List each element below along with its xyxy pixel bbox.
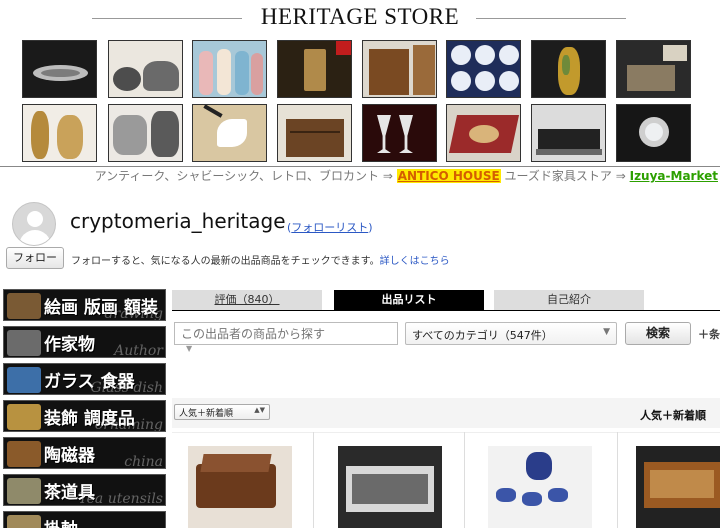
thumb-statues[interactable]	[22, 104, 97, 162]
product-thumb-christofle-case[interactable]	[338, 446, 442, 528]
promo-text: アンティーク、シャビーシック、レトロ、ブロカント ⇒	[94, 169, 397, 183]
chevron-down-icon: ▲▼	[254, 406, 265, 414]
search-button[interactable]: 検索	[625, 322, 691, 345]
seller-username: cryptomeria_heritage	[70, 209, 286, 233]
thumb-silver-tray[interactable]	[22, 40, 97, 98]
follow-button[interactable]: フォロー	[6, 247, 64, 269]
search-caret-icon: ▼	[186, 344, 193, 353]
thumb-furs[interactable]	[108, 104, 183, 162]
seller-tabs: 評価（840） 出品リスト 自己紹介	[172, 290, 720, 310]
category-ghost-text: Author	[114, 343, 163, 358]
seller-search-input[interactable]	[174, 322, 398, 345]
scroll-icon	[7, 515, 41, 528]
avatar-body-icon	[19, 230, 51, 245]
advanced-search-toggle[interactable]: ＋条	[698, 326, 720, 342]
category-ghost-text: Tea utensils	[78, 491, 163, 506]
category-select-value: すべてのカテゴリ（547件）	[412, 329, 553, 342]
tab-reviews[interactable]: 評価（840）	[172, 290, 322, 310]
category-label: 作家物	[44, 335, 95, 355]
grid-separator	[464, 432, 465, 528]
product-thumb-blue-tea-set[interactable]	[488, 446, 592, 528]
category-ghost-text: Glass dish	[90, 380, 163, 395]
painting-icon	[7, 293, 41, 319]
page: HERITAGE STORE アンティーク、シャビーシック、レトロ、ブロカント …	[0, 0, 720, 528]
author-works-icon	[7, 330, 41, 356]
glassware-icon	[7, 367, 41, 393]
category-tea-utensils[interactable]: 茶道具 Tea utensils	[3, 474, 166, 506]
title-rule-left	[92, 18, 242, 19]
category-ghost-text: drawing	[104, 306, 163, 321]
avatar-head-icon	[27, 211, 43, 227]
category-scroll[interactable]: 掛軸	[3, 511, 166, 528]
sort-select[interactable]: 人気＋新着順 ▲▼	[174, 404, 270, 420]
grid-separator	[313, 432, 314, 528]
category-painting[interactable]: 絵画 版画 額装 drawing	[3, 289, 166, 321]
category-label: 陶磁器	[44, 446, 95, 466]
ceramics-icon	[7, 441, 41, 467]
category-ceramics[interactable]: 陶磁器 china	[3, 437, 166, 469]
store-header: HERITAGE STORE	[0, 4, 720, 30]
store-title[interactable]: HERITAGE STORE	[261, 4, 459, 29]
tab-intro[interactable]: 自己紹介	[494, 290, 644, 310]
promo-middle-text: ユーズド家具ストア ⇒	[500, 169, 630, 183]
thumb-author-bowls[interactable]	[108, 40, 183, 98]
tab-divider	[172, 310, 720, 311]
category-select[interactable]: すべてのカテゴリ（547件） ▼	[405, 322, 617, 345]
thumb-chest[interactable]	[277, 104, 352, 162]
product-thumb-music-box[interactable]	[188, 446, 292, 528]
details-link[interactable]: 詳しくはこちら	[380, 256, 450, 267]
tea-utensils-icon	[7, 478, 41, 504]
follow-description: フォローすると、気になる人の最新の出品商品をチェックできます。詳しくはこちら	[71, 252, 450, 267]
chevron-down-icon: ▼	[603, 327, 610, 337]
thumb-lantern[interactable]	[277, 40, 352, 98]
thumb-train[interactable]	[531, 104, 606, 162]
sort-select-value: 人気＋新着順	[179, 409, 234, 419]
category-ghost-text: china	[124, 454, 163, 469]
sort-current-label: 人気＋新着順	[640, 409, 706, 422]
follow-list: (フォローリスト)	[287, 221, 373, 234]
izuya-market-link[interactable]: Izuya-Market	[630, 169, 718, 183]
category-label: 掛軸	[44, 515, 78, 528]
thumb-crystal-glasses[interactable]	[362, 104, 437, 162]
promo-bar: アンティーク、シャビーシック、レトロ、ブロカント ⇒ ANTICO HOUSE …	[0, 166, 720, 185]
avatar[interactable]	[12, 202, 56, 246]
grid-separator	[617, 432, 618, 528]
antico-house-link[interactable]: ANTICO HOUSE	[396, 169, 501, 183]
category-glass[interactable]: ガラス 食器 Glass dish	[3, 363, 166, 395]
title-rule-right	[476, 18, 626, 19]
category-ghost-text: ornaming	[94, 417, 163, 432]
grid-divider	[172, 432, 720, 433]
category-author[interactable]: 作家物 Author	[3, 326, 166, 358]
category-ornament[interactable]: 装飾 調度品 ornaming	[3, 400, 166, 432]
thumb-rug[interactable]	[446, 104, 521, 162]
thumb-crane-screen[interactable]	[192, 104, 267, 162]
thumb-dolls[interactable]	[192, 40, 267, 98]
thumb-watch[interactable]	[616, 104, 691, 162]
thumb-pottery[interactable]	[616, 40, 691, 98]
product-thumb-wood-box[interactable]	[636, 446, 720, 528]
thumb-luggage[interactable]	[362, 40, 437, 98]
tab-reviews-label: 評価（840）	[214, 293, 280, 306]
tab-listings[interactable]: 出品リスト	[334, 290, 484, 310]
follow-list-link[interactable]: フォローリスト	[291, 221, 368, 234]
thumb-glass-vase[interactable]	[531, 40, 606, 98]
ornament-icon	[7, 404, 41, 430]
follow-desc-text: フォローすると、気になる人の最新の出品商品をチェックできます。	[71, 256, 380, 267]
thumb-plates[interactable]	[446, 40, 521, 98]
